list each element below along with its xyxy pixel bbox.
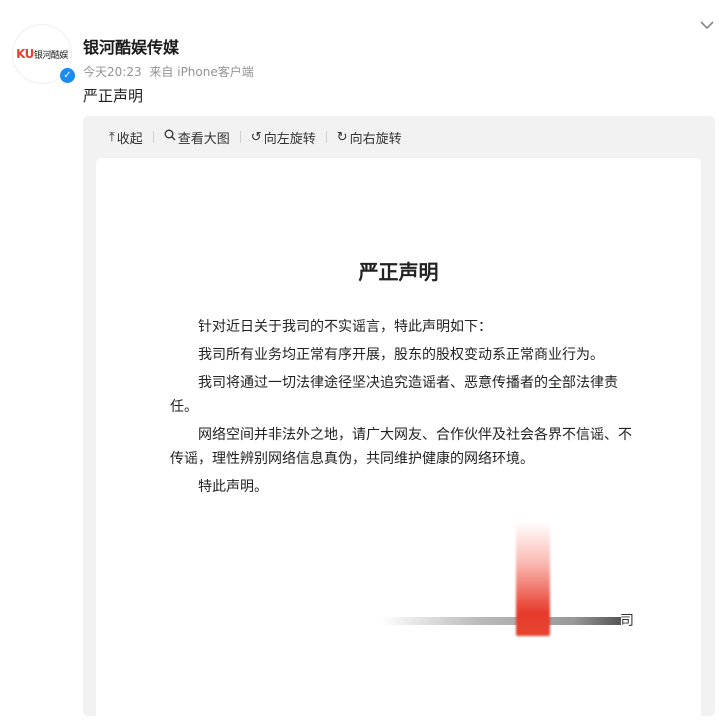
avatar-logo-ku: KU [16, 47, 34, 61]
rotate-left-icon: ↺ [250, 129, 262, 145]
post-source: 来自 iPhone客户端 [149, 65, 254, 79]
statement-title: 严正声明 [358, 260, 439, 284]
magnifier-icon [164, 129, 176, 145]
collapse-label: 收起 [116, 131, 143, 147]
statement-paragraph: 我司将通过一切法律途径坚决追究造谣者、恶意传播者的全部法律责任。 [170, 375, 618, 415]
view-large-label: 查看大图 [177, 131, 230, 147]
collapse-icon: ⤒ [109, 129, 115, 145]
view-large-button[interactable]: 查看大图 [164, 128, 230, 147]
statement-paragraph: 网络空间并非法外之地，请广大网友、合作伙伴及社会各界不信谣、不传谣，理性辨别网络… [170, 427, 632, 467]
post-time[interactable]: 今天20:23 [83, 65, 142, 79]
company-seal [516, 522, 550, 636]
image-toolbar: ⤒ 收起 查看大图 ↺ 向左旋转 ↻ 向右旋转 [83, 116, 715, 158]
image-viewer-panel: ⤒ 收起 查看大图 ↺ 向左旋转 ↻ 向右旋转 严正声明 针对近日关于我司的不实… [83, 116, 715, 728]
statement-paragraph: 针对近日关于我司的不实谣言，特此声明如下： [198, 319, 492, 335]
toolbar-divider [239, 131, 241, 143]
avatar-logo: KU银河酷娱 [16, 47, 68, 61]
collapse-button[interactable]: ⤒ 收起 [109, 128, 143, 147]
chevron-down-icon[interactable] [696, 14, 718, 36]
statement-image[interactable]: 严正声明 针对近日关于我司的不实谣言，特此声明如下： 我司所有业务均正常有序开展… [96, 158, 701, 728]
signature-blur [381, 617, 621, 625]
rotate-right-label: 向右旋转 [349, 131, 402, 147]
statement-body: 针对近日关于我司的不实谣言，特此声明如下： 我司所有业务均正常有序开展，股东的股… [170, 315, 642, 503]
signature-tail: 司 [620, 613, 634, 629]
toolbar-divider [325, 131, 327, 143]
rotate-right-icon: ↻ [336, 129, 348, 145]
toolbar-divider [152, 131, 154, 143]
avatar-logo-text: 银河酷娱 [33, 51, 69, 61]
post-meta: 今天20:23 来自 iPhone客户端 [83, 63, 254, 80]
rotate-left-label: 向左旋转 [263, 131, 316, 147]
statement-paragraph: 特此声明。 [198, 479, 268, 495]
author-name[interactable]: 银河酷娱传媒 [83, 34, 179, 58]
statement-paragraph: 我司所有业务均正常有序开展，股东的股权变动系正常商业行为。 [198, 347, 604, 363]
verified-badge-icon: ✓ [58, 66, 77, 85]
post-text: 严正声明 [83, 87, 144, 105]
rotate-left-button[interactable]: ↺ 向左旋转 [251, 128, 316, 147]
rotate-right-button[interactable]: ↻ 向右旋转 [337, 128, 402, 147]
